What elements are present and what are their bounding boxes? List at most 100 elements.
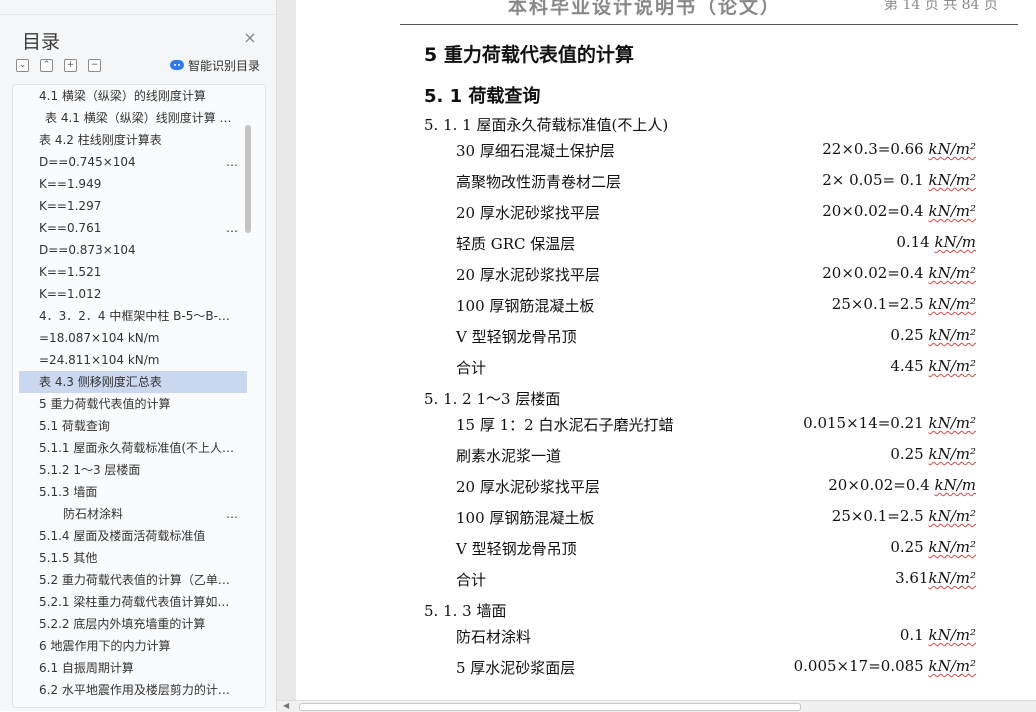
chapter-heading: 5 重力荷载代表值的计算 (424, 44, 634, 66)
load-unit: kN/m² (928, 264, 976, 282)
collapse-up-icon[interactable]: ⌃ (40, 59, 53, 72)
toc-item[interactable]: K==1.949 (19, 173, 247, 195)
expand-all-icon[interactable]: ⌄ (16, 59, 29, 72)
toc-item[interactable]: 5.2.2 底层内外填充墙重的计算 (19, 613, 247, 635)
subsection-heading: 5. 1. 1 屋面永久荷载标准值(不上人) (424, 116, 669, 134)
load-item-value: 0.25 kN/m² (890, 326, 976, 344)
toc-item[interactable]: D==0.873×104 (19, 239, 247, 261)
load-item-name: 合计 (456, 359, 487, 377)
remove-heading-icon[interactable]: − (88, 59, 101, 72)
toc-item-label: 4．3．2．4 中框架中柱 B-5～B-… (39, 309, 230, 323)
toc-item-label: 5.1.1 屋面永久荷载标准值(不上人… (39, 441, 235, 455)
load-item-value: 20×0.02=0.4 kN/m² (822, 202, 976, 220)
load-item-row: 30 厚细石混凝土保护层 22×0.3=0.66 kN/m² (456, 140, 1016, 162)
toc-item[interactable]: 表 4.1 横梁（纵梁）线刚度计算 … (19, 107, 247, 129)
load-item-name: 15 厚 1：2 白水泥石子磨光打蜡 (456, 416, 674, 434)
toc-item-label: 5.1.2 1～3 层楼面 (39, 463, 141, 477)
load-item-name: 20 厚水泥砂浆找平层 (456, 204, 600, 222)
more-options-icon[interactable]: … (226, 151, 239, 173)
toc-item[interactable]: 6.2 水平地震作用及楼层剪力的计… (19, 679, 247, 701)
load-calc: 0.1 (899, 626, 929, 644)
document-viewport: 本科毕业设计说明书（论文） 第 14 页 共 84 页 5 重力荷载代表值的计算… (277, 0, 1036, 711)
toc-item-label: K==0.761 (39, 221, 102, 235)
more-options-icon[interactable]: … (226, 217, 239, 239)
load-item-name: 20 厚水泥砂浆找平层 (456, 478, 600, 496)
toc-item[interactable]: 5.1 荷载查询 (19, 415, 247, 437)
toc-item-label: 5 重力荷载代表值的计算 (39, 397, 171, 411)
load-unit: kN/m² (928, 140, 976, 158)
load-item-value: 20×0.02=0.4 kN/m² (822, 264, 976, 282)
page-header-title: 本科毕业设计说明书（论文） (508, 0, 782, 18)
load-calc: 2× 0.05= 0.1 (822, 171, 929, 189)
load-item-name: V 型轻钢龙骨吊顶 (456, 328, 577, 346)
toc-item[interactable]: 5.2.1 梁柱重力荷载代表值计算如… (19, 591, 247, 613)
load-calc: 22×0.3=0.66 (822, 140, 929, 158)
toc-item[interactable]: 表 4.2 柱线刚度计算表 (19, 129, 247, 151)
load-calc: 0.14 (896, 233, 935, 251)
load-item-value: 0.25 kN/m² (890, 445, 976, 463)
toc-item-label: 5.1.5 其他 (39, 551, 98, 565)
toc-item[interactable]: 5 重力荷载代表值的计算 (19, 393, 247, 415)
toc-item[interactable]: K==1.521 (19, 261, 247, 283)
smart-toc-button[interactable]: 智能识别目录 (170, 57, 260, 73)
toc-item-label: 4.1 横梁（纵梁）的线刚度计算 (39, 89, 206, 103)
load-unit: kN/m² (928, 507, 976, 525)
toc-item[interactable]: 表 4.3 侧移刚度汇总表 (19, 371, 247, 393)
toc-item[interactable]: 防石材涂料… (19, 503, 247, 525)
page-header: 本科毕业设计说明书（论文） 第 14 页 共 84 页 (400, 0, 1018, 25)
load-calc: 0.25 (890, 326, 929, 344)
load-item-name: 30 厚细石混凝土保护层 (456, 142, 615, 160)
toc-item[interactable]: K==0.761 … (19, 217, 247, 239)
toc-item-label: 6 地震作用下的内力计算 (39, 639, 171, 653)
toc-item-label: 表 4.1 横梁（纵梁）线刚度计算 … (45, 111, 232, 125)
horizontal-scrollbar[interactable]: ◀ (277, 700, 1036, 712)
load-item-row: 轻质 GRC 保温层 0.14 kN/m (456, 233, 1016, 255)
toc-item[interactable]: 5.1.4 屋面及楼面活荷载标准值 (19, 525, 247, 547)
toc-list: 4.1 横梁（纵梁）的线刚度计算表 4.1 横梁（纵梁）线刚度计算 … 表 4.2… (12, 84, 266, 708)
scroll-left-arrow-icon[interactable]: ◀ (283, 701, 289, 710)
toc-item[interactable]: K==1.012 (19, 283, 247, 305)
load-item-name: 5 厚水泥砂浆面层 (456, 659, 576, 677)
load-item-row: V 型轻钢龙骨吊顶 0.25 kN/m² (456, 538, 1016, 560)
load-calc: 0.005×17=0.085 (793, 657, 929, 675)
toc-item[interactable]: 5.1.1 屋面永久荷载标准值(不上人… (19, 437, 247, 459)
toc-item[interactable]: 4.1 横梁（纵梁）的线刚度计算 (19, 85, 247, 107)
toc-item[interactable]: =18.087×104 kN/m (19, 327, 247, 349)
smart-toc-label: 智能识别目录 (188, 58, 261, 73)
more-options-icon[interactable]: … (226, 503, 239, 525)
toc-item-label: K==1.949 (39, 177, 102, 191)
toc-item[interactable]: 6.1 自振周期计算 (19, 657, 247, 679)
toc-item-label: 5.1.3 墙面 (39, 485, 98, 499)
load-item-row: 100 厚钢筋混凝土板 25×0.1=2.5 kN/m² (456, 507, 1016, 529)
toc-navigation-pane: 目录 × ⌄ ⌃ + − 智能识别目录 4.1 横梁（纵梁）的线刚度计算表 4.… (0, 0, 277, 711)
load-item-row: 100 厚钢筋混凝土板 25×0.1=2.5 kN/m² (456, 295, 1016, 317)
load-item-value: 22×0.3=0.66 kN/m² (822, 140, 976, 158)
toc-item-label: =18.087×104 kN/m (39, 331, 160, 345)
load-unit: kN/m² (928, 202, 976, 220)
load-calc: 0.25 (890, 445, 929, 463)
toc-item[interactable]: 5.1.5 其他 (19, 547, 247, 569)
load-item-row: 5 厚水泥砂浆面层 0.005×17=0.085 kN/m² (456, 657, 1016, 679)
toc-item-label: 表 4.3 侧移刚度汇总表 (39, 375, 162, 389)
toc-item[interactable]: 5.1.2 1～3 层楼面 (19, 459, 247, 481)
toc-pane-title: 目录 (22, 31, 61, 53)
toc-item-label: 5.2 重力荷载代表值的计算（乙单… (39, 573, 230, 587)
toc-item[interactable]: 4．3．2．4 中框架中柱 B-5～B-… (19, 305, 247, 327)
load-unit: kN/m² (928, 626, 976, 644)
load-unit: kN/m² (928, 414, 976, 432)
toc-item[interactable]: 5.2 重力荷载代表值的计算（乙单… (19, 569, 247, 591)
horizontal-scroll-thumb[interactable] (299, 703, 801, 711)
toc-item[interactable]: =24.811×104 kN/m (19, 349, 247, 371)
add-heading-icon[interactable]: + (64, 59, 77, 72)
load-item-value: 25×0.1=2.5 kN/m² (832, 507, 976, 525)
toc-item[interactable]: 6 地震作用下的内力计算 (19, 635, 247, 657)
toc-item-label: 5.1 荷载查询 (39, 419, 110, 433)
toc-item[interactable]: K==1.297 (19, 195, 247, 217)
subsection-heading: 5. 1. 3 墙面 (424, 602, 507, 620)
toc-scrollbar[interactable] (245, 125, 251, 233)
close-icon[interactable]: × (242, 30, 258, 46)
toc-item[interactable]: D==0.745×104… (19, 151, 247, 173)
toc-item-label: K==1.297 (39, 199, 102, 213)
load-calc: 20×0.02=0.4 (822, 264, 929, 282)
toc-item[interactable]: 5.1.3 墙面 (19, 481, 247, 503)
